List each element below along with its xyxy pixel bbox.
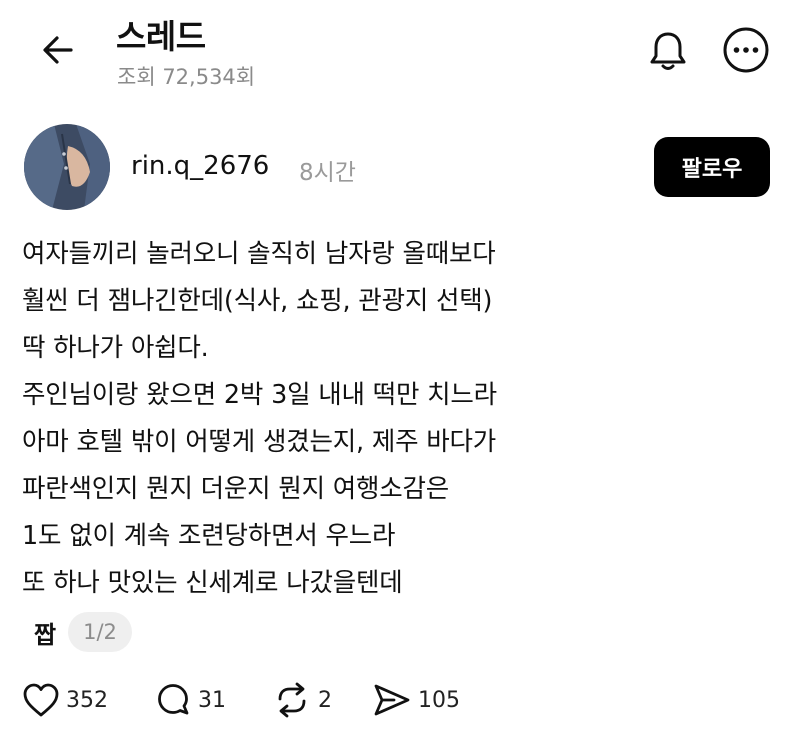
header: 스레드 조회 72,534회 [0,0,800,110]
share-count: 105 [418,687,460,713]
share-icon [374,684,410,716]
reply-button[interactable]: 31 [154,678,226,722]
post-line: 훨씬 더 잼나긴한데(식사, 쇼핑, 관광지 선택) [22,286,493,316]
attachment-row: 짭 1/2 [34,612,132,652]
back-button[interactable] [36,28,80,72]
avatar[interactable] [24,124,110,210]
avatar-image [24,124,110,210]
page-title: 스레드 [116,17,206,56]
like-count: 352 [66,687,108,713]
action-bar: 352 31 2 105 [22,678,782,722]
follow-button[interactable]: 팔로우 [654,137,770,197]
reply-count: 31 [198,687,226,713]
post-text: 여자들끼리 놀러오니 솔직히 남자랑 올때보다 훨씬 더 잼나긴한데(식사, 쇼… [22,231,782,607]
share-button[interactable]: 105 [372,678,460,722]
repost-count: 2 [318,687,332,713]
attachment-label: 짭 [34,620,57,649]
page-indicator[interactable]: 1/2 [68,612,132,652]
back-arrow-icon [43,36,73,64]
post-line: 아마 호텔 밖이 어떻게 생겼는지, 제주 바다가 [22,427,497,457]
repost-icon [278,682,306,718]
view-count: 조회 72,534회 [117,65,256,89]
heart-icon [23,683,59,717]
comment-icon [158,684,189,715]
post-line: 파란색인지 뭔지 더운지 뭔지 여행소감은 [22,474,450,504]
post-time: 8시간 [299,160,356,186]
like-button[interactable]: 352 [22,678,108,722]
post-username[interactable]: rin.q_2676 [131,151,269,181]
notification-button[interactable] [645,26,691,76]
more-icon [723,27,769,73]
more-options-button[interactable] [721,25,771,75]
repost-button[interactable]: 2 [272,678,332,722]
post-line: 1도 없이 계속 조련당하면서 우느라 [22,521,396,551]
post-line: 주인님이랑 왔으면 2박 3일 내내 떡만 치느라 [22,380,497,410]
post-line: 딱 하나가 아쉽다. [22,333,209,363]
post-line: 여자들끼리 놀러오니 솔직히 남자랑 올때보다 [22,239,496,269]
bell-icon [650,32,686,70]
post-line: 또 하나 맛있는 신세계로 나갔을텐데 [22,568,403,598]
